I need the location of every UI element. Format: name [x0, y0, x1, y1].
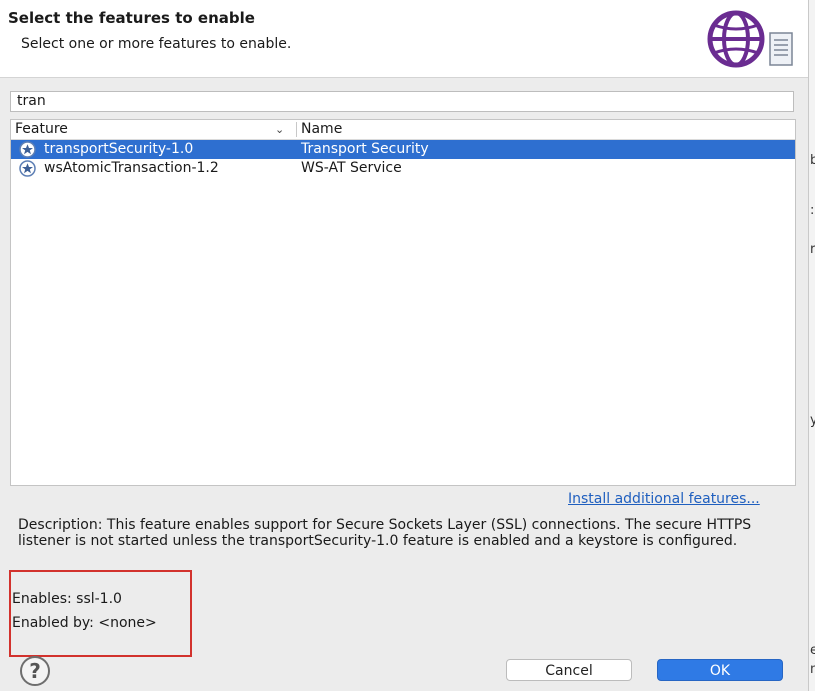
- display-name-cell: WS-AT Service: [301, 160, 402, 176]
- filter-input[interactable]: tran: [10, 91, 794, 112]
- background-text: :.: [810, 203, 815, 218]
- background-text: e: [810, 643, 815, 658]
- background-text: y: [810, 413, 815, 428]
- enables-text: Enables: ssl-1.0: [12, 591, 122, 607]
- column-header-name[interactable]: Name: [301, 120, 342, 139]
- liberty-globe-logo-icon: [707, 10, 793, 68]
- help-icon[interactable]: ?: [20, 656, 50, 686]
- table-row[interactable]: transportSecurity-1.0 Transport Security: [11, 140, 795, 159]
- background-text: b: [810, 153, 815, 168]
- feature-star-icon: [19, 141, 36, 158]
- table-row[interactable]: wsAtomicTransaction-1.2 WS-AT Service: [11, 159, 795, 178]
- feature-name-cell: transportSecurity-1.0: [44, 141, 194, 157]
- display-name-cell: Transport Security: [301, 141, 429, 157]
- background-text: r: [810, 242, 815, 257]
- table-header: Feature ⌄ Name: [11, 120, 795, 140]
- column-divider[interactable]: [296, 122, 297, 137]
- dialog-subtitle: Select one or more features to enable.: [21, 36, 292, 52]
- enabled-by-text: Enabled by: <none>: [12, 615, 157, 631]
- ok-button[interactable]: OK: [657, 659, 783, 681]
- feature-name-cell: wsAtomicTransaction-1.2: [44, 160, 219, 176]
- features-dialog: Select the features to enable Select one…: [0, 0, 808, 691]
- features-table: Feature ⌄ Name transportSecurity-1.0 Tra…: [10, 119, 796, 486]
- sort-chevron-down-icon[interactable]: ⌄: [275, 120, 284, 139]
- column-header-feature[interactable]: Feature: [15, 120, 68, 139]
- feature-star-icon: [19, 160, 36, 177]
- background-window-edge: b :. r y e m: [808, 0, 815, 691]
- highlight-box: [9, 570, 192, 657]
- dialog-header: Select the features to enable Select one…: [0, 0, 808, 78]
- cancel-button[interactable]: Cancel: [506, 659, 632, 681]
- feature-description: Description: This feature enables suppor…: [18, 517, 752, 549]
- background-text: m: [810, 662, 815, 677]
- install-additional-features-link[interactable]: Install additional features...: [568, 491, 760, 507]
- dialog-title: Select the features to enable: [8, 9, 255, 27]
